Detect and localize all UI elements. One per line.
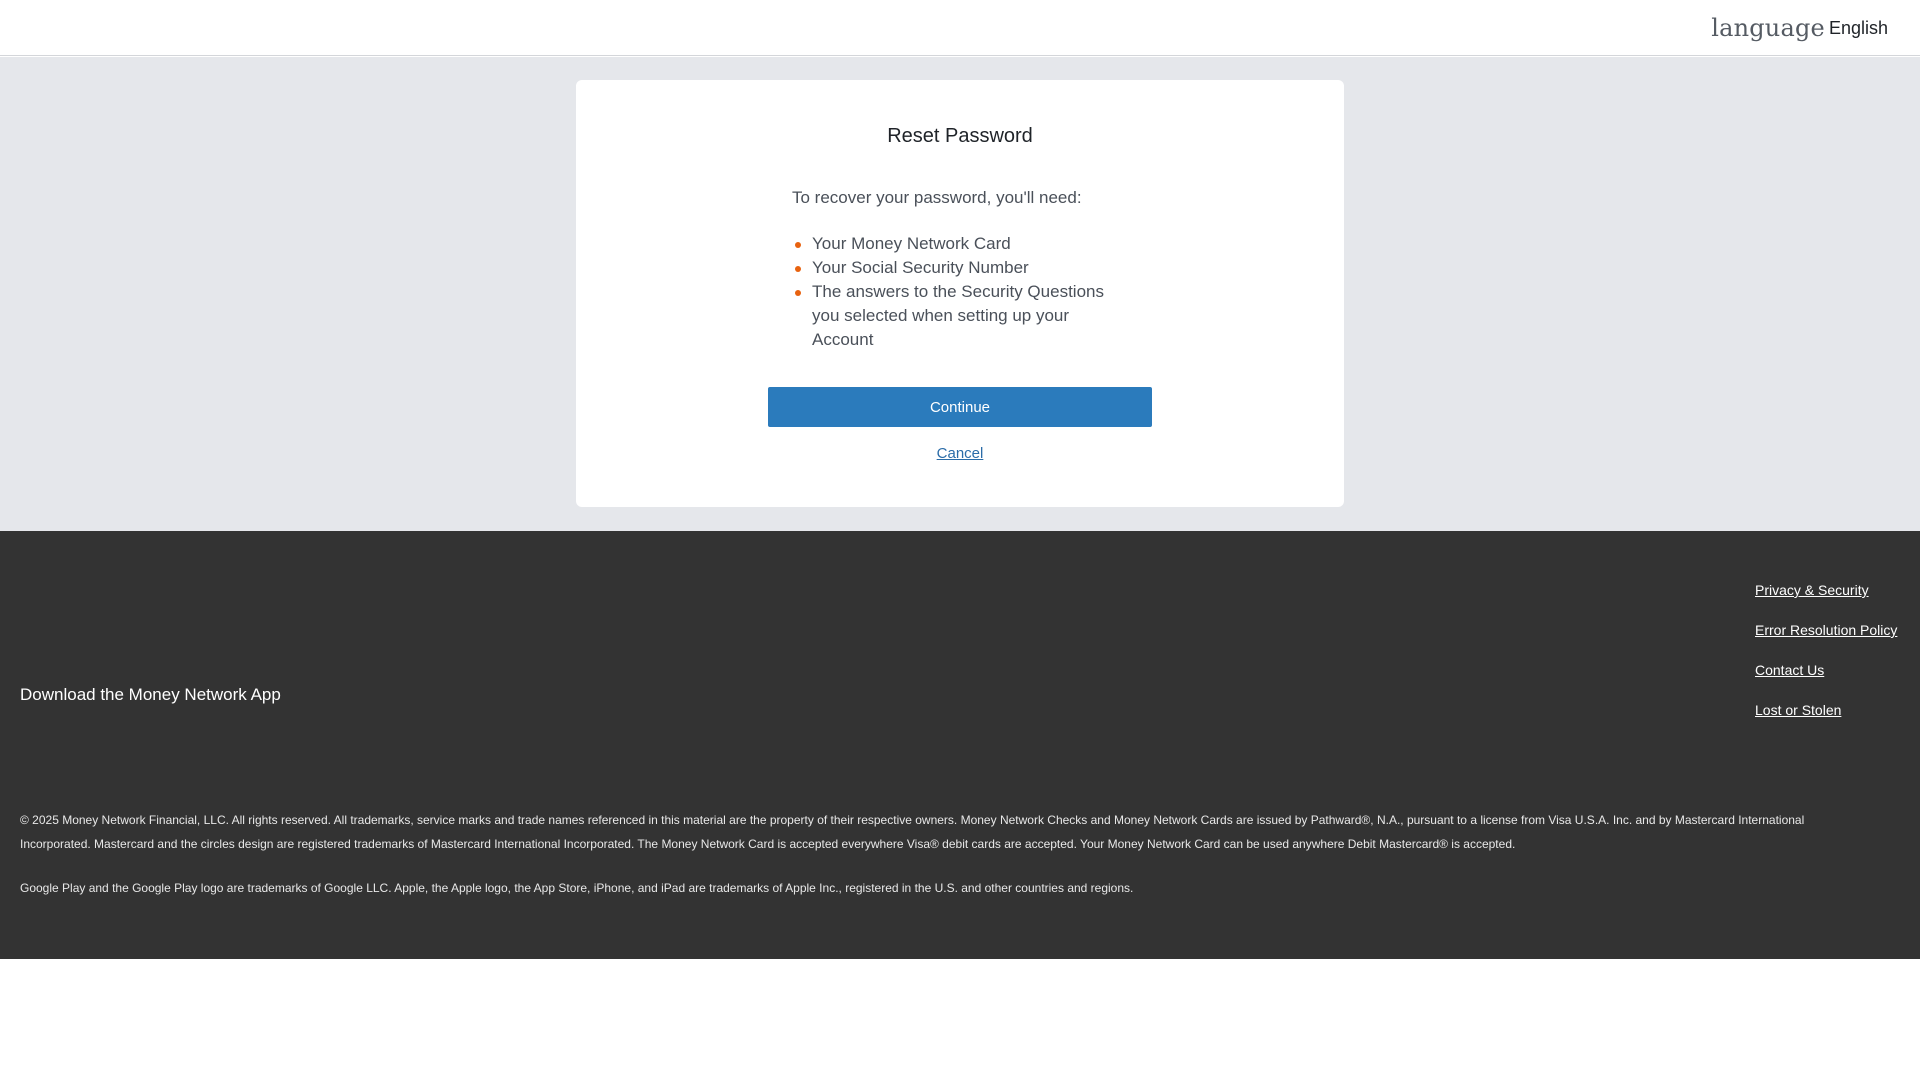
language-selector[interactable]: language English	[1711, 0, 1888, 56]
requirements-list: Your Money Network Card Your Social Secu…	[795, 232, 1122, 352]
download-app-text: Download the Money Network App	[20, 685, 281, 704]
language-label: English	[1828, 17, 1888, 38]
language-icon: language	[1711, 14, 1825, 42]
main-content: Reset Password To recover your password,…	[0, 57, 1920, 531]
top-bar: language English	[0, 0, 1920, 56]
footer-links: Privacy & Security Error Resolution Poli…	[1755, 581, 1897, 720]
trademark-notice: Google Play and the Google Play logo are…	[20, 881, 1134, 895]
intro-text: To recover your password, you'll need:	[792, 188, 1082, 207]
cancel-container: Cancel	[576, 445, 1344, 462]
list-item: Your Social Security Number	[795, 256, 1122, 280]
list-item: Your Money Network Card	[795, 232, 1122, 256]
privacy-security-link[interactable]: Privacy & Security	[1755, 581, 1897, 600]
footer: Download the Money Network App Privacy &…	[0, 531, 1920, 959]
error-resolution-policy-link[interactable]: Error Resolution Policy	[1755, 621, 1897, 640]
contact-us-link[interactable]: Contact Us	[1755, 661, 1897, 680]
reset-password-card: Reset Password To recover your password,…	[576, 80, 1344, 507]
continue-button[interactable]: Continue	[768, 387, 1152, 427]
cancel-link[interactable]: Cancel	[937, 445, 984, 462]
list-item: The answers to the Security Questions yo…	[795, 280, 1122, 352]
page-title: Reset Password	[887, 125, 1033, 147]
legal-disclaimer: © 2025 Money Network Financial, LLC. All…	[20, 813, 1805, 851]
lost-or-stolen-link[interactable]: Lost or Stolen	[1755, 701, 1897, 720]
